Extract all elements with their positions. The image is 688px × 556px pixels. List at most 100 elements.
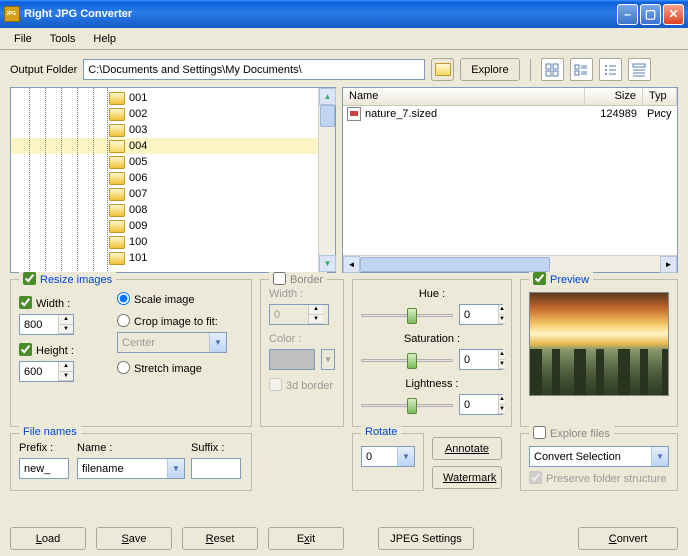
output-folder-label: Output Folder bbox=[10, 64, 77, 76]
menubar: File Tools Help bbox=[0, 28, 688, 50]
file-name: nature_7.sized bbox=[365, 108, 585, 120]
close-button[interactable]: ✕ bbox=[663, 4, 684, 25]
explore-combo[interactable]: Convert Selection▼ bbox=[529, 446, 669, 467]
preview-title[interactable]: Preview bbox=[529, 272, 593, 286]
scroll-thumb[interactable] bbox=[320, 105, 335, 127]
load-button[interactable]: Load bbox=[10, 527, 86, 550]
col-size[interactable]: Size bbox=[585, 88, 643, 105]
jpeg-settings-button[interactable]: JPEG Settings bbox=[378, 527, 474, 550]
lightness-slider[interactable] bbox=[361, 395, 453, 415]
menu-file[interactable]: File bbox=[6, 31, 40, 47]
list-item[interactable]: nature_7.sized 124989 Рису bbox=[343, 106, 677, 122]
list-header: Name Size Тур bbox=[343, 88, 677, 106]
lightness-label: Lightness : bbox=[361, 378, 503, 390]
view-thumbnails-button[interactable] bbox=[541, 58, 564, 81]
rotate-combo[interactable]: 0▼ bbox=[361, 446, 415, 467]
3d-border-label: 3d border bbox=[269, 380, 333, 392]
resize-group-title[interactable]: Resize images bbox=[19, 272, 116, 286]
explore-group: Explore files Convert Selection▼ Preserv… bbox=[520, 433, 678, 491]
suffix-label: Suffix : bbox=[191, 442, 243, 454]
scale-radio[interactable] bbox=[117, 292, 130, 305]
minimize-button[interactable]: – bbox=[617, 4, 638, 25]
resize-checkbox[interactable] bbox=[23, 272, 36, 285]
tree-folder-label: 005 bbox=[129, 156, 147, 168]
border-color-swatch bbox=[269, 349, 315, 370]
scroll-right-button[interactable]: ► bbox=[660, 256, 677, 273]
folder-icon bbox=[109, 92, 125, 105]
annotate-button[interactable]: Annotate bbox=[432, 437, 502, 460]
stretch-radio[interactable] bbox=[117, 361, 130, 374]
border-width-label: Width : bbox=[269, 288, 335, 300]
width-label[interactable]: Width : bbox=[19, 298, 70, 310]
tree-folder-label: 003 bbox=[129, 124, 147, 136]
menu-help[interactable]: Help bbox=[85, 31, 124, 47]
crop-radio[interactable] bbox=[117, 314, 130, 327]
browse-folder-button[interactable] bbox=[431, 58, 454, 81]
saturation-spinner[interactable]: ▲▼ bbox=[459, 349, 503, 370]
border-group: Border Width : ▲▼ Color : ▼ 3d border bbox=[260, 279, 344, 427]
height-label[interactable]: Height : bbox=[19, 345, 74, 357]
exit-button[interactable]: Exit bbox=[268, 527, 344, 550]
hscroll-thumb[interactable] bbox=[360, 257, 550, 272]
tree-folder-label: 007 bbox=[129, 188, 147, 200]
scroll-up-button[interactable]: ▲ bbox=[319, 88, 336, 105]
width-spinner[interactable]: ▲▼ bbox=[19, 314, 74, 335]
lightness-spinner[interactable]: ▲▼ bbox=[459, 394, 503, 415]
resize-group: Resize images Width : ▲▼ Height : ▲▼ Sca… bbox=[10, 279, 252, 427]
tree-folder-label: 100 bbox=[129, 236, 147, 248]
list-hscrollbar[interactable]: ◄ ► bbox=[343, 255, 677, 272]
file-list[interactable]: Name Size Тур nature_7.sized 124989 Рису… bbox=[342, 87, 678, 273]
explore-button[interactable]: Explore bbox=[460, 58, 519, 81]
scroll-down-button[interactable]: ▼ bbox=[319, 255, 336, 272]
view-tiles-button[interactable] bbox=[570, 58, 593, 81]
hue-spinner[interactable]: ▲▼ bbox=[459, 304, 503, 325]
preview-image bbox=[529, 292, 669, 396]
name-combo[interactable]: filename▼ bbox=[77, 458, 185, 479]
explore-title[interactable]: Explore files bbox=[529, 426, 614, 440]
view-list-button[interactable] bbox=[599, 58, 622, 81]
border-checkbox[interactable] bbox=[273, 272, 286, 285]
height-checkbox[interactable] bbox=[19, 343, 32, 356]
col-name[interactable]: Name bbox=[343, 88, 585, 105]
suffix-input[interactable] bbox=[191, 458, 241, 479]
separator bbox=[530, 59, 531, 81]
rotate-group: Rotate 0▼ bbox=[352, 433, 424, 491]
tree-folder-label: 001 bbox=[129, 92, 147, 104]
width-checkbox[interactable] bbox=[19, 296, 32, 309]
prefix-input[interactable] bbox=[19, 458, 69, 479]
menu-tools[interactable]: Tools bbox=[42, 31, 84, 47]
stretch-radio-label[interactable]: Stretch image bbox=[117, 363, 202, 375]
col-type[interactable]: Тур bbox=[643, 88, 677, 105]
name-label: Name : bbox=[77, 442, 185, 454]
explore-checkbox[interactable] bbox=[533, 426, 546, 439]
folder-icon bbox=[109, 236, 125, 249]
save-button[interactable]: Save bbox=[96, 527, 172, 550]
watermark-button[interactable]: Watermark bbox=[432, 466, 502, 489]
preview-checkbox[interactable] bbox=[533, 272, 546, 285]
preview-group: Preview bbox=[520, 279, 678, 427]
saturation-slider[interactable] bbox=[361, 350, 453, 370]
adjust-group: Hue : ▲▼ Saturation : ▲▼ Lightness : ▲▼ bbox=[352, 279, 512, 427]
hue-slider[interactable] bbox=[361, 305, 453, 325]
hue-label: Hue : bbox=[361, 288, 503, 300]
height-spinner[interactable]: ▲▼ bbox=[19, 361, 74, 382]
tree-scrollbar[interactable]: ▲ ▼ bbox=[318, 88, 335, 272]
folder-icon bbox=[109, 220, 125, 233]
folder-icon bbox=[109, 156, 125, 169]
maximize-button[interactable]: ▢ bbox=[640, 4, 661, 25]
reset-button[interactable]: Reset bbox=[182, 527, 258, 550]
rotate-title: Rotate bbox=[361, 426, 401, 438]
border-title[interactable]: Border bbox=[269, 272, 327, 286]
crop-radio-label[interactable]: Crop image to fit: bbox=[117, 316, 218, 328]
saturation-label: Saturation : bbox=[361, 333, 503, 345]
folder-open-icon bbox=[435, 63, 451, 76]
scroll-left-button[interactable]: ◄ bbox=[343, 256, 360, 273]
folder-tree[interactable]: 001002003004005006007008009100101 ▲ ▼ bbox=[10, 87, 336, 273]
tree-folder-label: 004 bbox=[129, 140, 147, 152]
output-folder-input[interactable] bbox=[83, 59, 425, 80]
tree-folder-label: 008 bbox=[129, 204, 147, 216]
convert-button[interactable]: Convert bbox=[578, 527, 678, 550]
folder-icon bbox=[109, 204, 125, 217]
scale-radio-label[interactable]: Scale image bbox=[117, 294, 195, 306]
view-details-button[interactable] bbox=[628, 58, 651, 81]
